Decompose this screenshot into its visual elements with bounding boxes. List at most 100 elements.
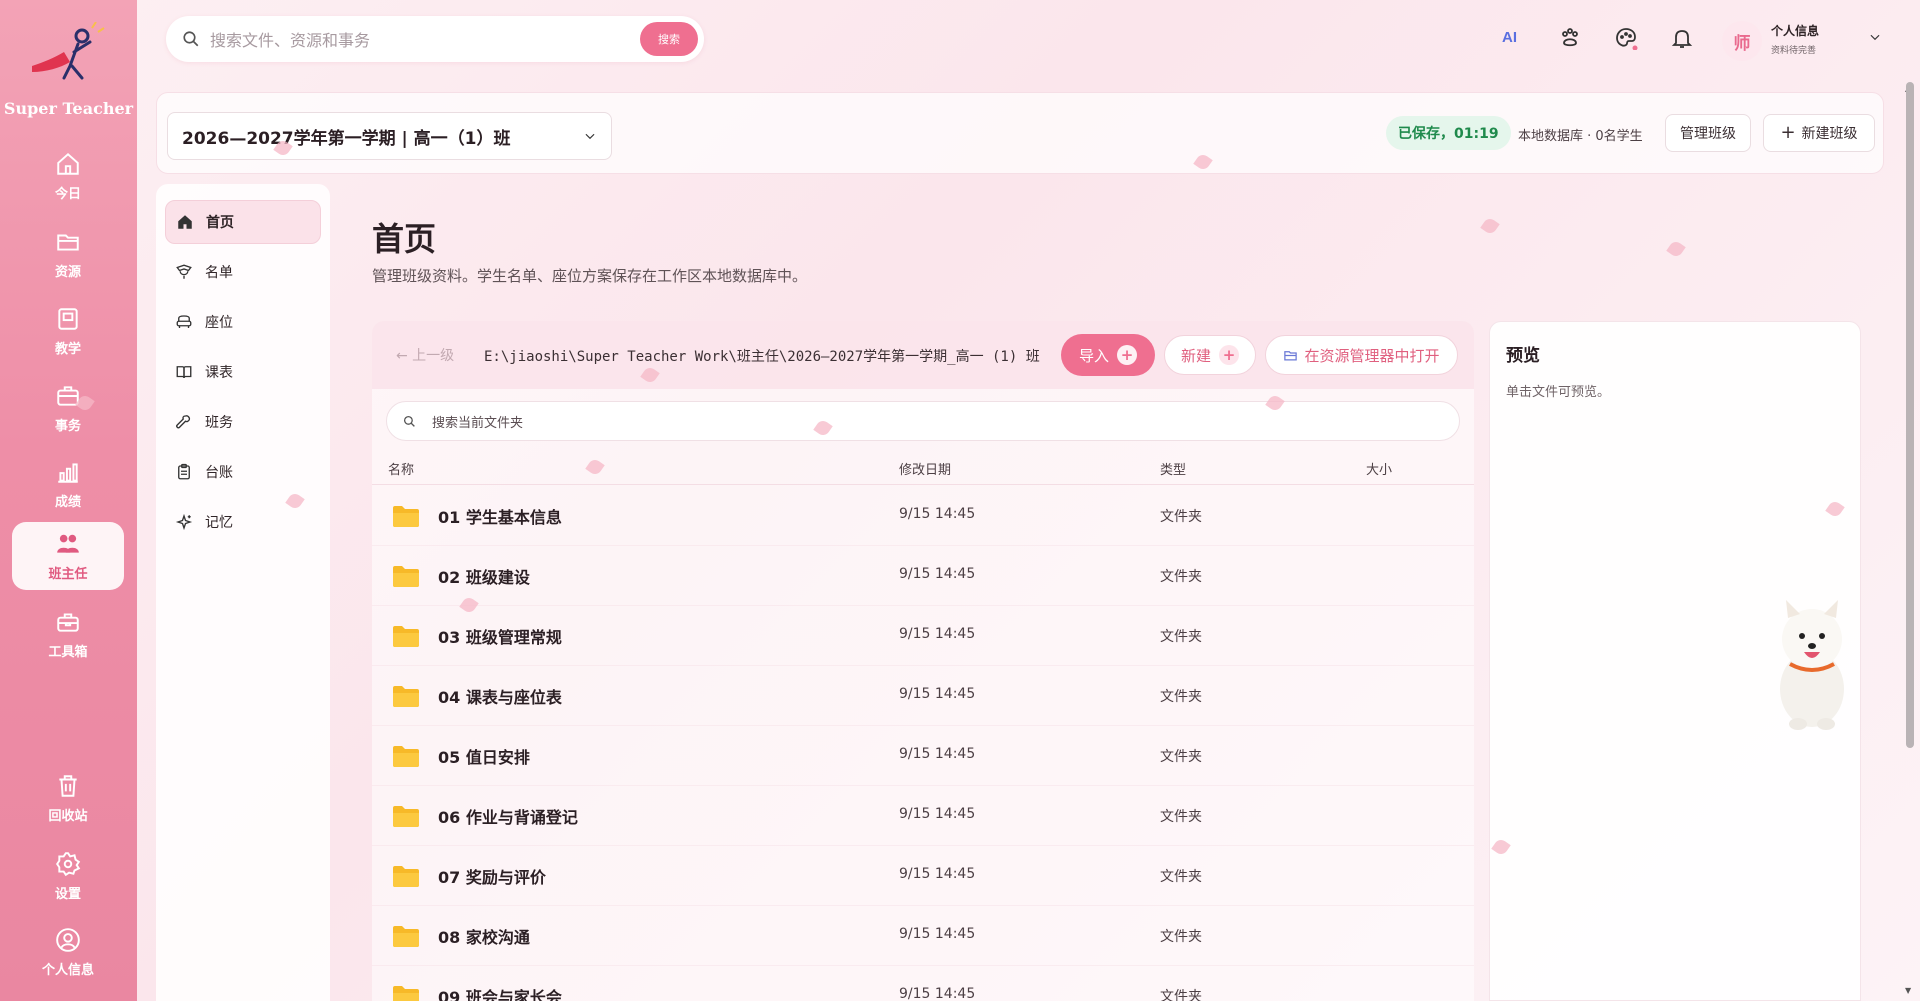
new-label: 新建 [1180,346,1211,365]
table-row[interactable]: 08 家校沟通 9/15 14:45 文件夹 [372,906,1474,966]
scrollbar[interactable] [1906,82,1914,748]
subnav-label: 台账 [205,465,233,481]
import-button[interactable]: 导入 + [1061,334,1155,376]
file-date: 9/15 14:45 [899,926,976,942]
new-class-button[interactable]: + 新建班级 [1763,114,1875,152]
rail-item-resources[interactable]: 资源 [12,220,124,288]
file-type: 文件夹 [1160,869,1202,885]
avatar[interactable]: 师 [1722,21,1762,61]
subnav-item-ledger[interactable]: 台账 [165,450,321,494]
file-date: 9/15 14:45 [899,746,976,762]
folder-search[interactable]: 搜索当前文件夹 [386,401,1460,441]
file-name: 02 班级建设 [438,568,530,587]
subnav-label: 课表 [205,365,233,381]
column-date[interactable]: 修改日期 [899,459,951,478]
table-row[interactable]: 01 学生基本信息 9/15 14:45 文件夹 [372,486,1474,546]
global-search[interactable]: 搜索文件、资源和事务 搜索 [166,16,704,62]
folder-icon [393,686,419,707]
subnav-item-roster[interactable]: 名单 [165,250,321,294]
class-selector[interactable]: 2026—2027学年第一学期 | 高一（1）班 [167,112,612,160]
file-date: 9/15 14:45 [899,506,976,522]
folder-icon [393,986,419,1001]
subnav-item-class-affairs[interactable]: 班务 [165,400,321,444]
rail-item-head-teacher[interactable]: 班主任 [12,522,124,590]
table-row[interactable]: 04 课表与座位表 9/15 14:45 文件夹 [372,666,1474,726]
table-row[interactable]: 09 班会与家长会 9/15 14:45 文件夹 [372,966,1474,1001]
subnav-item-home[interactable]: 首页 [165,200,321,244]
open-in-explorer-button[interactable]: 在资源管理器中打开 [1265,335,1458,375]
rail-item-toolbox[interactable]: 工具箱 [12,600,124,668]
file-type: 文件夹 [1160,749,1202,765]
bell-icon[interactable] [1670,26,1694,50]
ai-button[interactable]: AI [1502,29,1517,46]
file-type: 文件夹 [1160,629,1202,645]
up-level-button[interactable]: ← 上一级 [396,345,454,365]
palette-icon[interactable] [1614,26,1638,50]
table-row[interactable]: 07 奖励与评价 9/15 14:45 文件夹 [372,846,1474,906]
file-name: 08 家校沟通 [438,928,530,947]
paw-icon[interactable] [1558,26,1582,50]
rail-item-affairs[interactable]: 事务 [12,374,124,442]
subnav-item-timetable[interactable]: 课表 [165,350,321,394]
scroll-down-arrow-icon[interactable]: ▼ [1905,986,1911,995]
manage-class-button[interactable]: 管理班级 [1665,114,1751,152]
folder-search-input[interactable]: 搜索当前文件夹 [432,412,523,431]
rail-label: 教学 [54,341,81,357]
file-name: 04 课表与座位表 [438,688,562,707]
rail-label: 班主任 [48,566,88,582]
subnav-label: 座位 [205,315,233,331]
chevron-down-icon [585,133,595,140]
plus-icon: + [1117,345,1137,365]
left-rail: Super Teacher 今日 资源 教学 事务 成绩 班主任 工具箱 回收站… [0,0,137,1001]
file-type: 文件夹 [1160,569,1202,585]
table-row[interactable]: 05 值日安排 9/15 14:45 文件夹 [372,726,1474,786]
rail-item-teaching[interactable]: 教学 [12,297,124,365]
folder-icon [393,746,419,767]
folder-icon [393,566,419,587]
file-name: 03 班级管理常规 [438,628,562,647]
wrench-icon [176,415,191,429]
rail-label: 事务 [54,418,81,434]
chevron-down-icon[interactable] [1868,30,1882,44]
table-row[interactable]: 06 作业与背诵登记 9/15 14:45 文件夹 [372,786,1474,846]
search-icon [403,415,415,427]
profile-name[interactable]: 个人信息 [1771,22,1819,39]
folder-icon [393,626,419,647]
file-date: 9/15 14:45 [899,986,976,1001]
file-date: 9/15 14:45 [899,686,976,702]
file-name: 01 学生基本信息 [438,508,562,527]
rail-label: 工具箱 [48,644,88,660]
table-row[interactable]: 02 班级建设 9/15 14:45 文件夹 [372,546,1474,606]
home-icon [178,215,192,229]
rail-item-profile[interactable]: 个人信息 [12,918,124,986]
file-type: 文件夹 [1160,989,1202,1001]
folder-icon [393,926,419,947]
file-type: 文件夹 [1160,509,1202,525]
file-name: 05 值日安排 [438,748,530,767]
brand-name: Super Teacher [3,99,134,118]
file-name: 07 奖励与评价 [438,868,546,887]
book-icon [58,307,78,330]
rail-item-trash[interactable]: 回收站 [12,764,124,832]
subnav-item-seats[interactable]: 座位 [165,300,321,344]
column-size[interactable]: 大小 [1366,459,1392,478]
logo-icon [32,22,105,80]
rail-label: 回收站 [48,808,88,824]
folder-open-icon [1284,350,1298,360]
column-type[interactable]: 类型 [1160,459,1186,478]
file-name: 06 作业与背诵登记 [438,808,578,827]
search-input[interactable]: 搜索文件、资源和事务 [210,27,640,51]
rail-item-today[interactable]: 今日 [12,142,124,210]
rail-item-settings[interactable]: 设置 [12,842,124,910]
file-date: 9/15 14:45 [899,626,976,642]
dog-mascot-icon[interactable] [1764,594,1860,734]
rail-item-grades[interactable]: 成绩 [12,450,124,518]
plus-icon: + [1780,122,1796,143]
rail-label: 成绩 [54,494,81,510]
search-button[interactable]: 搜索 [640,22,698,56]
new-button[interactable]: 新建 + [1164,335,1256,375]
table-row[interactable]: 03 班级管理常规 9/15 14:45 文件夹 [372,606,1474,666]
column-name[interactable]: 名称 [388,459,414,478]
people-icon [57,534,79,553]
preview-title: 预览 [1506,346,1540,366]
